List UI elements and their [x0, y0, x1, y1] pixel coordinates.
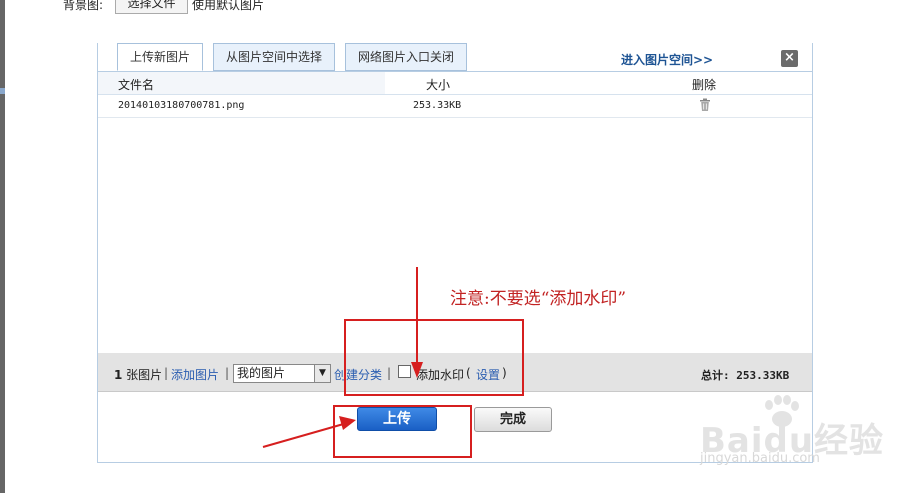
separator: | [164, 366, 169, 380]
table-row: 20140103180700781.png 253.33KB [98, 95, 812, 118]
album-select[interactable]: 我的图片 ▼ [233, 364, 331, 383]
edge-marker [0, 88, 5, 94]
album-select-value: 我的图片 [237, 366, 286, 380]
watermark-url: jingyan.baidu.com [700, 451, 820, 466]
file-name: 20140103180700781.png [118, 100, 245, 111]
annotation-box-upload [333, 405, 472, 458]
total-size: 总计: 253.33KB [701, 369, 790, 382]
left-window-edge [0, 0, 5, 493]
file-size: 253.33KB [413, 100, 462, 111]
use-default-image-link[interactable]: 使用默认图片 [192, 0, 264, 13]
chevron-down-icon[interactable]: ▼ [314, 365, 330, 382]
done-button[interactable]: 完成 [474, 407, 552, 432]
tab-network-image[interactable]: 网络图片入口关闭 [345, 43, 467, 71]
trash-icon[interactable] [699, 98, 711, 112]
annotation-note: 注意:不要选“添加水印” [450, 289, 627, 309]
tab-from-image-space[interactable]: 从图片空间中选择 [213, 43, 335, 71]
enter-image-space-link[interactable]: 进入图片空间>> [621, 51, 713, 68]
background-image-row: 背景图: 选择文件 使用默认图片 [0, 0, 907, 16]
add-image-link[interactable]: 添加图片 [171, 366, 219, 383]
close-icon[interactable]: × [781, 50, 798, 67]
background-image-label: 背景图: [63, 0, 104, 12]
annotation-box-watermark [344, 319, 524, 396]
column-header-delete: 删除 [692, 78, 717, 92]
baidu-jingyan-watermark: Baidu经验 jingyan.baidu.com [700, 395, 900, 470]
file-table-header: 文件名 大小 删除 [98, 71, 812, 95]
separator: | [225, 366, 230, 380]
column-header-size: 大小 [426, 78, 451, 92]
image-count: 1 张图片 [114, 368, 163, 382]
choose-file-button[interactable]: 选择文件 [115, 0, 188, 14]
tab-upload-new[interactable]: 上传新图片 [117, 43, 203, 71]
column-header-filename: 文件名 [118, 78, 155, 92]
